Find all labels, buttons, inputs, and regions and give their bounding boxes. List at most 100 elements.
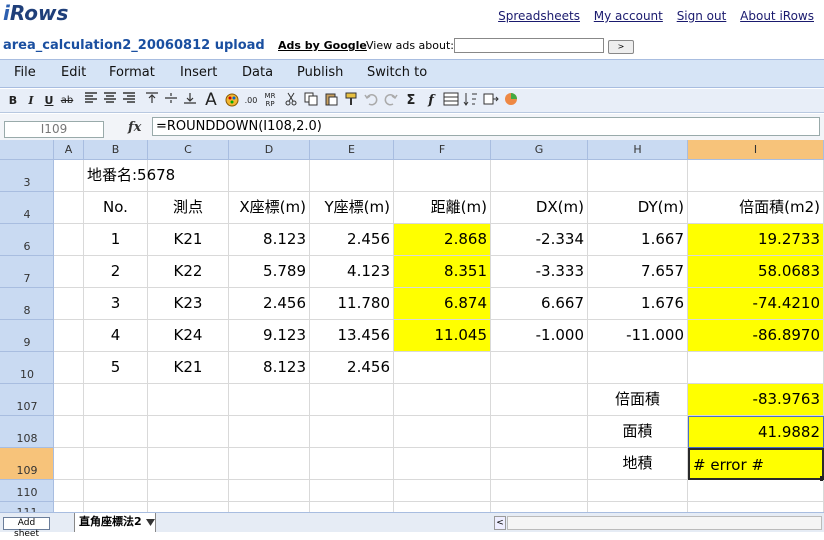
cell-d10[interactable]: 8.123 xyxy=(229,352,310,384)
cell-c110[interactable] xyxy=(148,480,229,502)
decimal-places-icon[interactable]: .00 xyxy=(243,92,259,109)
cell-d109[interactable] xyxy=(229,448,310,480)
cell-b4[interactable]: No. xyxy=(84,192,148,224)
cell-d7[interactable]: 5.789 xyxy=(229,256,310,288)
cell-e9[interactable]: 13.456 xyxy=(310,320,394,352)
row-header-8[interactable]: 8 xyxy=(0,288,54,320)
align-left-icon[interactable] xyxy=(83,92,99,109)
column-header-a[interactable]: A xyxy=(54,140,84,160)
irows-logo[interactable]: iRows xyxy=(3,1,68,25)
cell-b9[interactable]: 4 xyxy=(84,320,148,352)
cell-c8[interactable]: K23 xyxy=(148,288,229,320)
cell-e7[interactable]: 4.123 xyxy=(310,256,394,288)
sort-icon[interactable] xyxy=(463,92,479,109)
cell-c3[interactable] xyxy=(148,160,229,192)
cell-e4[interactable]: Y座標(m) xyxy=(310,192,394,224)
cell-g108[interactable] xyxy=(491,416,588,448)
sheet-tab-active[interactable]: 直角座標法2 xyxy=(74,513,156,532)
column-header-f[interactable]: F xyxy=(394,140,491,160)
cell-a6[interactable] xyxy=(54,224,84,256)
column-header-c[interactable]: C xyxy=(148,140,229,160)
cell-i110[interactable] xyxy=(688,480,824,502)
row-header-109[interactable]: 109 xyxy=(0,448,54,480)
cell-b3[interactable]: 地番名:5678 xyxy=(84,160,175,192)
cell-g109[interactable] xyxy=(491,448,588,480)
row-header-10[interactable]: 10 xyxy=(0,352,54,384)
cell-g3[interactable] xyxy=(491,160,588,192)
underline-icon[interactable]: U xyxy=(41,92,57,109)
cell-g7[interactable]: -3.333 xyxy=(491,256,588,288)
cell-g6[interactable]: -2.334 xyxy=(491,224,588,256)
cell-e111[interactable] xyxy=(310,502,394,512)
color-icon[interactable] xyxy=(224,92,240,109)
cell-f110[interactable] xyxy=(394,480,491,502)
chart-icon[interactable] xyxy=(503,92,519,109)
column-header-h[interactable]: H xyxy=(588,140,688,160)
about-irows-link[interactable]: About iRows xyxy=(740,9,814,23)
align-middle-icon[interactable] xyxy=(163,92,179,109)
cell-i7[interactable]: 58.0683 xyxy=(688,256,824,288)
cell-h107[interactable]: 倍面積 xyxy=(588,384,688,416)
row-header-6[interactable]: 6 xyxy=(0,224,54,256)
italic-icon[interactable]: I xyxy=(23,92,39,109)
align-bottom-icon[interactable] xyxy=(182,92,198,109)
cell-e3[interactable] xyxy=(310,160,394,192)
cell-a110[interactable] xyxy=(54,480,84,502)
font-icon[interactable]: A xyxy=(203,92,219,109)
cell-h3[interactable] xyxy=(588,160,688,192)
scroll-left-button[interactable]: < xyxy=(494,516,506,530)
cell-d3[interactable] xyxy=(229,160,310,192)
cell-c108[interactable] xyxy=(148,416,229,448)
sum-icon[interactable]: Σ xyxy=(403,92,419,109)
row-header-110[interactable]: 110 xyxy=(0,480,54,502)
row-header-111[interactable]: 111 xyxy=(0,502,54,512)
cell-b6[interactable]: 1 xyxy=(84,224,148,256)
cell-a108[interactable] xyxy=(54,416,84,448)
cell-h8[interactable]: 1.676 xyxy=(588,288,688,320)
column-header-d[interactable]: D xyxy=(229,140,310,160)
cell-a7[interactable] xyxy=(54,256,84,288)
cell-b8[interactable]: 3 xyxy=(84,288,148,320)
menu-edit[interactable]: Edit xyxy=(61,65,86,80)
cell-a111[interactable] xyxy=(54,502,84,512)
cell-c9[interactable]: K24 xyxy=(148,320,229,352)
row-header-108[interactable]: 108 xyxy=(0,416,54,448)
cell-c10[interactable]: K21 xyxy=(148,352,229,384)
merge-cells-icon[interactable] xyxy=(443,92,459,109)
cell-h9[interactable]: -11.000 xyxy=(588,320,688,352)
cell-i10[interactable] xyxy=(688,352,824,384)
currency-format-icon[interactable]: MR RP xyxy=(262,92,278,109)
cell-f6[interactable]: 2.868 xyxy=(394,224,491,256)
cell-h109[interactable]: 地積 xyxy=(588,448,688,480)
bold-icon[interactable]: B xyxy=(5,92,21,109)
cell-b108[interactable] xyxy=(84,416,148,448)
cell-reference-box[interactable]: I109 xyxy=(4,121,104,138)
cell-a107[interactable] xyxy=(54,384,84,416)
cell-g4[interactable]: DX(m) xyxy=(491,192,588,224)
cell-c4[interactable]: 測点 xyxy=(148,192,229,224)
cell-i9[interactable]: -86.8970 xyxy=(688,320,824,352)
cell-g110[interactable] xyxy=(491,480,588,502)
cell-a3[interactable] xyxy=(54,160,84,192)
cell-c111[interactable] xyxy=(148,502,229,512)
menu-format[interactable]: Format xyxy=(109,65,155,80)
cell-h110[interactable] xyxy=(588,480,688,502)
cell-i107[interactable]: -83.9763 xyxy=(688,384,824,416)
cell-a10[interactable] xyxy=(54,352,84,384)
cell-d111[interactable] xyxy=(229,502,310,512)
menu-data[interactable]: Data xyxy=(242,65,273,80)
cell-f108[interactable] xyxy=(394,416,491,448)
cell-f10[interactable] xyxy=(394,352,491,384)
cell-e10[interactable]: 2.456 xyxy=(310,352,394,384)
document-title[interactable]: area_calculation2_20060812 upload xyxy=(3,38,265,53)
ads-search-input[interactable] xyxy=(454,38,604,53)
cell-b7[interactable]: 2 xyxy=(84,256,148,288)
cell-f8[interactable]: 6.874 xyxy=(394,288,491,320)
cell-i6[interactable]: 19.2733 xyxy=(688,224,824,256)
cell-c7[interactable]: K22 xyxy=(148,256,229,288)
cell-c109[interactable] xyxy=(148,448,229,480)
cell-a8[interactable] xyxy=(54,288,84,320)
sign-out-link[interactable]: Sign out xyxy=(677,9,727,23)
cell-f111[interactable] xyxy=(394,502,491,512)
cell-h111[interactable] xyxy=(588,502,688,512)
